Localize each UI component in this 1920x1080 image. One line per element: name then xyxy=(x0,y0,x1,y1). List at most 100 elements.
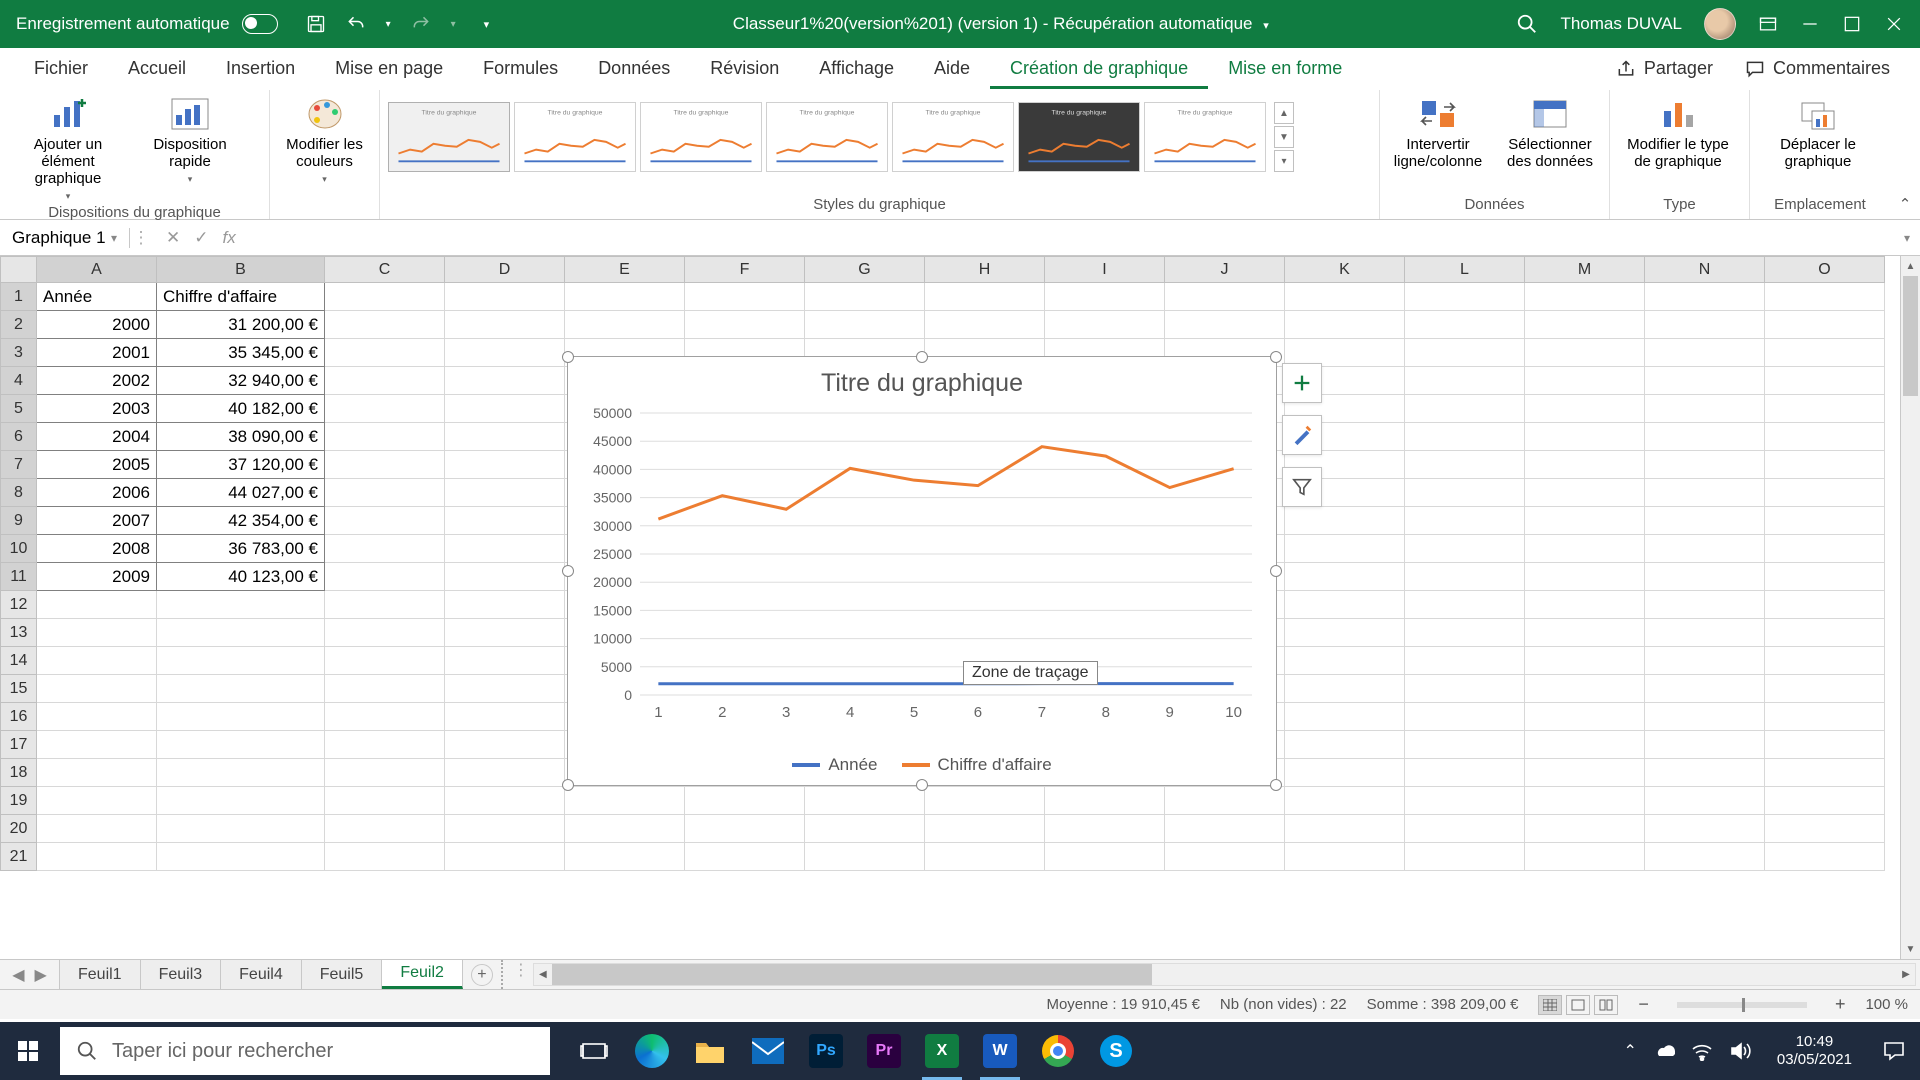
cell-C11[interactable] xyxy=(325,563,445,591)
row-header-9[interactable]: 9 xyxy=(1,507,37,535)
sheet-nav[interactable]: ◀▶ xyxy=(0,960,60,989)
cell-D10[interactable] xyxy=(445,535,565,563)
cell-K9[interactable] xyxy=(1285,507,1405,535)
cell-H19[interactable] xyxy=(925,787,1045,815)
title-caret-icon[interactable]: ▾ xyxy=(1263,20,1269,32)
cell-C16[interactable] xyxy=(325,703,445,731)
scroll-up-icon[interactable]: ▲ xyxy=(1274,102,1294,124)
zoom-level[interactable]: 100 % xyxy=(1865,996,1908,1013)
cell-N13[interactable] xyxy=(1645,619,1765,647)
expand-formula-icon[interactable]: ▾ xyxy=(1894,231,1920,245)
taskbar-premiere[interactable]: Pr xyxy=(856,1022,912,1080)
cell-M9[interactable] xyxy=(1525,507,1645,535)
redo-caret-icon[interactable]: ▾ xyxy=(451,19,456,30)
cell-L7[interactable] xyxy=(1405,451,1525,479)
cell-L11[interactable] xyxy=(1405,563,1525,591)
cell-N7[interactable] xyxy=(1645,451,1765,479)
sheet-tab-feuil2[interactable]: Feuil2 xyxy=(382,960,463,989)
col-header-H[interactable]: H xyxy=(925,257,1045,283)
tab-format[interactable]: Mise en forme xyxy=(1208,48,1362,89)
cell-D21[interactable] xyxy=(445,843,565,871)
cell-O7[interactable] xyxy=(1765,451,1885,479)
row-header-17[interactable]: 17 xyxy=(1,731,37,759)
cell-D20[interactable] xyxy=(445,815,565,843)
cell-M7[interactable] xyxy=(1525,451,1645,479)
cell-D15[interactable] xyxy=(445,675,565,703)
cell-H21[interactable] xyxy=(925,843,1045,871)
scroll-right-icon[interactable]: ▶ xyxy=(1897,964,1915,985)
cell-A14[interactable] xyxy=(37,647,157,675)
cell-A18[interactable] xyxy=(37,759,157,787)
cancel-formula-icon[interactable]: ✕ xyxy=(166,228,180,248)
cell-I19[interactable] xyxy=(1045,787,1165,815)
cell-K14[interactable] xyxy=(1285,647,1405,675)
scroll-down-icon[interactable]: ▼ xyxy=(1274,126,1294,148)
cell-O15[interactable] xyxy=(1765,675,1885,703)
cell-D2[interactable] xyxy=(445,311,565,339)
cell-B15[interactable] xyxy=(157,675,325,703)
cell-B10[interactable]: 36 783,00 € xyxy=(157,535,325,563)
row-header-6[interactable]: 6 xyxy=(1,423,37,451)
cell-D4[interactable] xyxy=(445,367,565,395)
cell-L3[interactable] xyxy=(1405,339,1525,367)
cell-A19[interactable] xyxy=(37,787,157,815)
cell-B18[interactable] xyxy=(157,759,325,787)
cell-O8[interactable] xyxy=(1765,479,1885,507)
cell-C8[interactable] xyxy=(325,479,445,507)
sheet-split-handle[interactable] xyxy=(501,960,513,989)
sheet-tab-feuil4[interactable]: Feuil4 xyxy=(221,960,302,989)
formula-input[interactable] xyxy=(250,220,1894,255)
cell-K17[interactable] xyxy=(1285,731,1405,759)
cell-K15[interactable] xyxy=(1285,675,1405,703)
change-chart-type-button[interactable]: Modifier le type de graphique xyxy=(1618,96,1738,170)
tray-overflow-icon[interactable]: ⌃ xyxy=(1624,1041,1637,1061)
cell-A8[interactable]: 2006 xyxy=(37,479,157,507)
cell-N12[interactable] xyxy=(1645,591,1765,619)
taskbar-mail[interactable] xyxy=(740,1022,796,1080)
cell-O14[interactable] xyxy=(1765,647,1885,675)
cell-A7[interactable]: 2005 xyxy=(37,451,157,479)
cell-M14[interactable] xyxy=(1525,647,1645,675)
autosave-toggle[interactable] xyxy=(242,14,278,34)
cell-E20[interactable] xyxy=(565,815,685,843)
cell-N20[interactable] xyxy=(1645,815,1765,843)
tab-file[interactable]: Fichier xyxy=(14,48,108,89)
row-header-12[interactable]: 12 xyxy=(1,591,37,619)
chart-style-3[interactable]: Titre du graphique xyxy=(640,102,762,172)
cell-N11[interactable] xyxy=(1645,563,1765,591)
col-header-B[interactable]: B xyxy=(157,257,325,283)
cell-O10[interactable] xyxy=(1765,535,1885,563)
row-header-2[interactable]: 2 xyxy=(1,311,37,339)
horizontal-scrollbar[interactable]: ◀ ▶ xyxy=(533,963,1916,986)
cell-M4[interactable] xyxy=(1525,367,1645,395)
col-header-K[interactable]: K xyxy=(1285,257,1405,283)
action-center-button[interactable] xyxy=(1878,1035,1910,1067)
cell-N3[interactable] xyxy=(1645,339,1765,367)
cell-O3[interactable] xyxy=(1765,339,1885,367)
new-sheet-button[interactable]: + xyxy=(471,964,493,986)
cell-C6[interactable] xyxy=(325,423,445,451)
taskbar-skype[interactable]: S xyxy=(1088,1022,1144,1080)
zoom-in-button[interactable]: + xyxy=(1835,994,1846,1015)
cell-N5[interactable] xyxy=(1645,395,1765,423)
view-normal-button[interactable] xyxy=(1538,995,1562,1015)
cell-G20[interactable] xyxy=(805,815,925,843)
cell-J2[interactable] xyxy=(1165,311,1285,339)
cell-D6[interactable] xyxy=(445,423,565,451)
prev-sheet-icon[interactable]: ◀ xyxy=(12,965,24,985)
cell-O11[interactable] xyxy=(1765,563,1885,591)
cell-G1[interactable] xyxy=(805,283,925,311)
cell-C9[interactable] xyxy=(325,507,445,535)
cell-N18[interactable] xyxy=(1645,759,1765,787)
zoom-slider[interactable] xyxy=(1677,1002,1807,1008)
cell-C20[interactable] xyxy=(325,815,445,843)
row-header-21[interactable]: 21 xyxy=(1,843,37,871)
minimize-icon[interactable] xyxy=(1800,14,1820,34)
tab-view[interactable]: Affichage xyxy=(799,48,914,89)
row-header-15[interactable]: 15 xyxy=(1,675,37,703)
cell-M19[interactable] xyxy=(1525,787,1645,815)
cell-O9[interactable] xyxy=(1765,507,1885,535)
cell-D5[interactable] xyxy=(445,395,565,423)
search-icon[interactable] xyxy=(1516,13,1538,35)
cell-L8[interactable] xyxy=(1405,479,1525,507)
